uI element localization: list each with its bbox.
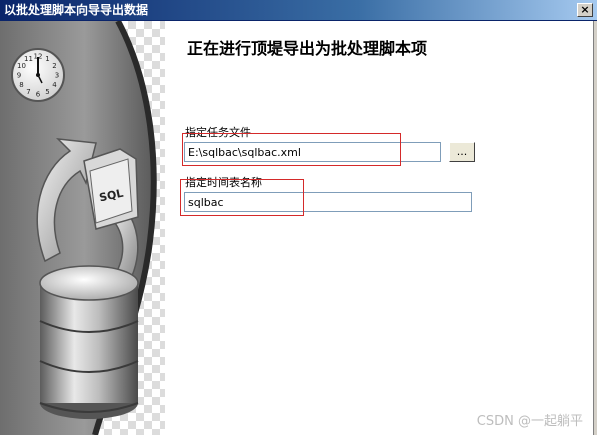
database-icon [39,265,139,419]
clock-numeral: 3 [55,72,59,80]
close-icon: × [580,3,590,16]
clock-numeral: 11 [24,55,33,63]
clock-numeral: 1 [45,55,49,63]
watermark: CSDN @一起躺平 [476,414,583,429]
window-border [593,21,597,435]
task-file-label: 指定任务文件 [185,126,251,139]
schedule-name-input[interactable] [184,192,472,212]
clock-numeral: 8 [19,81,23,89]
wizard-content: 正在进行顶堤导出为批处理脚本项 指定任务文件 ... 指定时间表名称 CSDN … [165,21,593,435]
clock-numeral: 9 [17,72,21,80]
close-button[interactable]: × [577,3,593,17]
task-file-input[interactable] [184,142,441,162]
clock-numeral: 7 [26,88,30,96]
page-title: 正在进行顶堤导出为批处理脚本项 [187,39,428,58]
wizard-illustration: 12 1234567891011 SQL [0,21,165,435]
title-bar: 以批处理脚本向导导出数据 × [0,0,597,21]
browse-button[interactable]: ... [449,142,475,162]
clock-icon: 12 1234567891011 [11,48,65,102]
schedule-name-label: 指定时间表名称 [185,176,262,189]
window-title: 以批处理脚本向导导出数据 [4,3,149,17]
clock-numeral: 6 [36,91,41,99]
wizard-side-graphic: 12 1 2 3 4 5 6 7 8 9 10 11 SQL [0,21,165,435]
clock-numeral: 4 [52,81,57,89]
clock-numeral: 10 [17,62,26,70]
clock-numeral: 2 [52,62,56,70]
clock-numeral: 5 [45,88,49,96]
